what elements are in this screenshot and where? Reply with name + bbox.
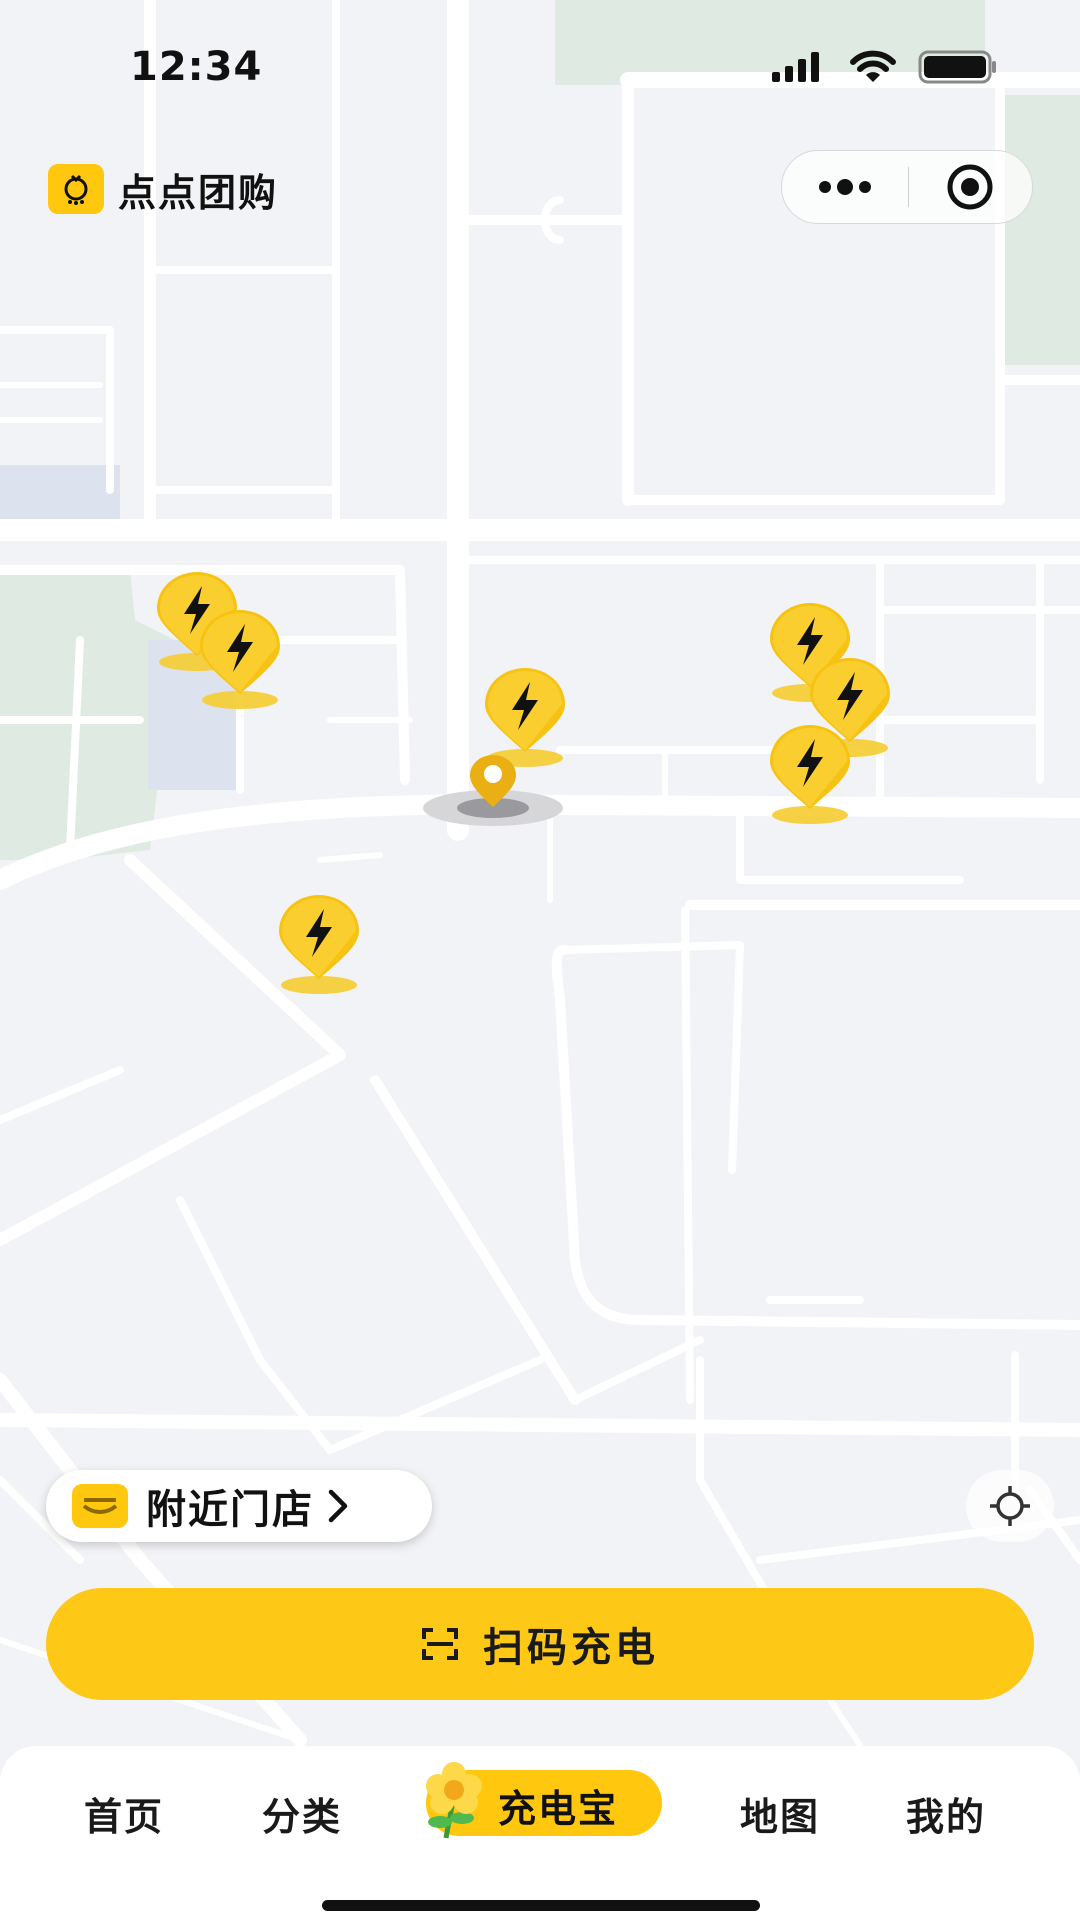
crosshair-icon bbox=[990, 1486, 1030, 1526]
location-pin-icon bbox=[423, 755, 563, 826]
flower-icon bbox=[426, 1762, 482, 1839]
scan-icon bbox=[422, 1628, 458, 1660]
tab-map[interactable]: 地图 bbox=[740, 1786, 820, 1841]
tab-home[interactable]: 首页 bbox=[84, 1786, 164, 1841]
battery-icon bbox=[918, 50, 996, 84]
tab-bar: 首页 分类 充电宝 地图 我的 bbox=[0, 1746, 1080, 1920]
home-indicator bbox=[322, 1900, 760, 1911]
status-time: 12:34 bbox=[130, 44, 263, 90]
tab-category[interactable]: 分类 bbox=[262, 1786, 342, 1841]
signal-icon bbox=[772, 52, 819, 82]
store-icon bbox=[72, 1484, 128, 1528]
app-header: 点点团购 bbox=[48, 164, 279, 215]
status-bar: 12:34 bbox=[0, 0, 1080, 130]
nearby-stores-button[interactable]: 附近门店 bbox=[46, 1470, 432, 1542]
charging-station-marker[interactable] bbox=[765, 725, 855, 825]
scan-charge-button[interactable]: 扫码充电 bbox=[46, 1588, 1034, 1700]
charging-station-marker[interactable] bbox=[274, 895, 364, 995]
shop-mascot-icon bbox=[48, 164, 104, 214]
target-circle-icon[interactable] bbox=[909, 150, 1033, 224]
scan-charge-label: 扫码充电 bbox=[483, 1625, 659, 1671]
mini-program-capsule bbox=[781, 150, 1033, 224]
charging-station-marker[interactable] bbox=[480, 668, 570, 768]
chevron-right-icon bbox=[328, 1489, 348, 1523]
tab-power-bank-label: 充电宝 bbox=[498, 1787, 619, 1831]
wifi-icon bbox=[850, 50, 896, 82]
charging-station-marker[interactable] bbox=[195, 610, 285, 710]
tab-mine[interactable]: 我的 bbox=[906, 1786, 986, 1841]
more-dots-icon[interactable] bbox=[782, 150, 908, 224]
tab-power-bank[interactable]: 充电宝 bbox=[426, 1762, 662, 1839]
locate-me-button[interactable] bbox=[966, 1470, 1054, 1542]
app-name: 点点团购 bbox=[118, 170, 279, 215]
nearby-stores-label: 附近门店 bbox=[146, 1487, 314, 1533]
